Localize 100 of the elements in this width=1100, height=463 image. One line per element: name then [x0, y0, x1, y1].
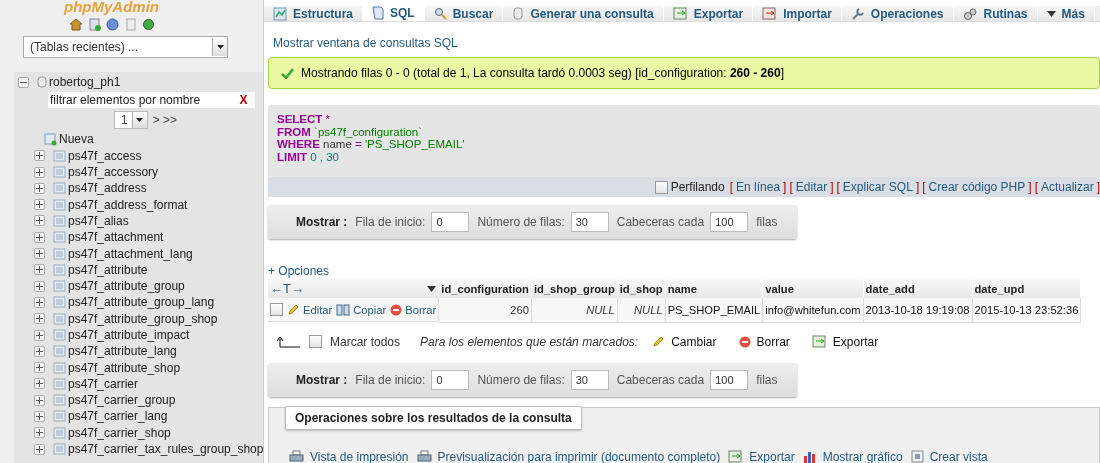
- table-name[interactable]: ps47f_alias: [68, 213, 129, 228]
- column-header[interactable]: value: [762, 279, 864, 298]
- table-name[interactable]: ps47f_attachment_lang: [68, 246, 193, 261]
- headers-every-field[interactable]: 100: [710, 212, 749, 232]
- row-count-field[interactable]: 30: [570, 212, 609, 232]
- expand-icon[interactable]: [34, 411, 45, 422]
- table-name[interactable]: ps47f_carrier_tax_rules_group_shop: [68, 442, 263, 457]
- expand-icon[interactable]: [34, 296, 45, 308]
- expand-icon[interactable]: [34, 329, 45, 341]
- table-name[interactable]: ps47f_attribute_lang: [68, 344, 177, 359]
- table-name[interactable]: ps47f_address_format: [68, 197, 188, 212]
- table-name[interactable]: ps47f_carrier_lang: [68, 409, 168, 424]
- table-name[interactable]: ps47f_address: [68, 181, 147, 196]
- new-table-link[interactable]: Nueva: [59, 132, 94, 147]
- table-name[interactable]: ps47f_attribute_impact: [68, 328, 190, 342]
- expand-icon[interactable]: [34, 362, 45, 374]
- expand-icon[interactable]: [34, 313, 45, 325]
- operation-link[interactable]: Previsualización para imprimir (documento completo): [416, 449, 721, 463]
- delete-icon: [390, 303, 403, 316]
- table-name[interactable]: ps47f_attribute_group_shop: [68, 311, 218, 326]
- checkbox[interactable]: [270, 303, 283, 316]
- checkbox[interactable]: [309, 335, 322, 348]
- tab[interactable]: Buscar: [424, 6, 504, 21]
- expand-icon[interactable]: [34, 215, 45, 227]
- tab[interactable]: Importar: [753, 6, 842, 21]
- tab[interactable]: Estructura: [264, 6, 364, 21]
- expand-icon[interactable]: [34, 264, 45, 276]
- table-name[interactable]: ps47f_attribute_group_lang: [68, 295, 215, 310]
- sql-action-link[interactable]: En línea: [736, 180, 781, 194]
- expand-icon[interactable]: [34, 231, 45, 243]
- show-query-window-link[interactable]: Mostrar ventana de consultas SQL: [273, 36, 458, 50]
- options-link[interactable]: + Opciones: [268, 264, 330, 278]
- expand-icon[interactable]: [34, 182, 45, 194]
- expand-icon[interactable]: [34, 280, 45, 292]
- table-name[interactable]: ps47f_attachment: [68, 230, 164, 245]
- row-count-field[interactable]: 30: [570, 369, 609, 390]
- bulk-action-button[interactable]: Borrar: [738, 334, 790, 349]
- column-toggle[interactable]: ←T→: [270, 281, 304, 296]
- column-header[interactable]: id_shop_group: [531, 279, 618, 298]
- column-header[interactable]: date_upd: [972, 279, 1081, 298]
- database-name[interactable]: robertog_ph1: [49, 75, 121, 90]
- table-name[interactable]: ps47f_attribute_shop: [68, 360, 181, 375]
- operation-link[interactable]: Exportar: [728, 449, 795, 463]
- operation-link[interactable]: Vista de impresión: [289, 449, 409, 463]
- filter-field[interactable]: filtrar elementos por nombre X: [48, 92, 256, 109]
- table-name[interactable]: ps47f_access: [68, 148, 142, 163]
- tab[interactable]: Más: [1037, 6, 1095, 21]
- expand-icon[interactable]: [34, 345, 45, 357]
- tab[interactable]: SQL: [363, 6, 425, 21]
- field-label: Fila de inicio:: [355, 372, 426, 387]
- table-name[interactable]: ps47f_accessory: [68, 165, 159, 180]
- edit-link[interactable]: Editar: [287, 303, 333, 316]
- bulk-action-button[interactable]: Cambiar: [652, 334, 717, 349]
- caret-icon[interactable]: [427, 285, 437, 292]
- field-label: filas: [756, 372, 778, 387]
- expand-icon[interactable]: [34, 199, 45, 211]
- table-icon: [53, 280, 66, 293]
- bulk-action-button[interactable]: Exportar: [811, 334, 879, 349]
- table-name[interactable]: ps47f_attribute_group: [68, 279, 185, 294]
- operation-link[interactable]: Crear vista: [910, 449, 988, 463]
- start-row-field[interactable]: 0: [431, 212, 470, 232]
- next-page-link[interactable]: > >>: [152, 113, 178, 128]
- recent-tables-select[interactable]: (Tablas recientes) ...: [23, 36, 228, 58]
- delete-link[interactable]: Borrar: [390, 303, 437, 316]
- table-name[interactable]: ps47f_attribute: [68, 262, 148, 277]
- operation-link[interactable]: Mostrar gráfico: [802, 449, 903, 463]
- table-name[interactable]: ps47f_carrier_shop: [68, 425, 171, 440]
- expand-icon[interactable]: [34, 378, 45, 390]
- column-header[interactable]: id_configuration: [439, 279, 532, 298]
- show-label: Mostrar :: [296, 372, 348, 387]
- tab[interactable]: Rutinas: [953, 6, 1038, 21]
- expand-icon[interactable]: [34, 150, 45, 162]
- expand-icon[interactable]: [34, 394, 45, 406]
- clear-filter-button[interactable]: X: [239, 93, 248, 108]
- collapse-icon[interactable]: [18, 76, 29, 88]
- table-name[interactable]: ps47f_carrier_group: [68, 393, 176, 408]
- column-header[interactable]: id_shop: [617, 279, 666, 298]
- expand-icon[interactable]: [34, 248, 45, 259]
- column-header[interactable]: date_add: [863, 279, 972, 298]
- table-icon: [53, 149, 66, 162]
- column-header[interactable]: name: [665, 279, 763, 298]
- copy-link[interactable]: Copiar: [336, 303, 387, 316]
- document-icon[interactable]: [87, 18, 101, 31]
- check-all-label[interactable]: Marcar todos: [330, 334, 401, 349]
- expand-icon[interactable]: [34, 443, 45, 455]
- start-row-field[interactable]: 0: [431, 369, 470, 390]
- tab[interactable]: Exportar: [663, 6, 754, 21]
- tab[interactable]: Generar una consulta: [503, 6, 664, 21]
- expand-icon[interactable]: [34, 427, 45, 439]
- tab[interactable]: Operaciones: [841, 6, 954, 21]
- expand-icon[interactable]: [34, 166, 45, 178]
- home-icon[interactable]: [68, 18, 83, 31]
- table-name[interactable]: ps47f_carrier: [68, 376, 139, 391]
- sql-action-link[interactable]: Explicar SQL: [842, 180, 913, 194]
- sql-action-link[interactable]: Crear código PHP: [928, 180, 1026, 194]
- sql-action-link[interactable]: Actualizar: [1040, 180, 1094, 194]
- page-select[interactable]: 1: [114, 111, 148, 130]
- headers-every-field[interactable]: 100: [710, 369, 749, 390]
- checkbox[interactable]: [654, 180, 668, 194]
- sql-action-link[interactable]: Editar: [795, 180, 828, 194]
